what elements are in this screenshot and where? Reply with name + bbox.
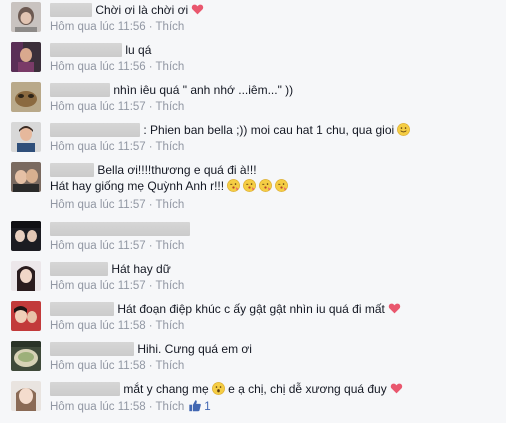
heart-icon bbox=[388, 303, 401, 314]
comment-item: mắt y chang mẹ e ạ chị, chị dễ xương quá… bbox=[0, 379, 506, 419]
comment-text: Hihi. Cưng quá em ơi bbox=[137, 342, 252, 356]
heart-icon bbox=[191, 4, 204, 15]
comment-text: : Phien ban bella ;)) moi cau hat 1 chu,… bbox=[143, 123, 395, 137]
comment-item: nhìn iêu quá " anh nhớ ...iêm..." )) Hôm… bbox=[0, 80, 506, 120]
comment-text-line2: Hát hay giống mẹ Quỳnh Anh r!!! bbox=[50, 179, 225, 193]
timestamp[interactable]: Hôm qua lúc 11:56 bbox=[50, 21, 146, 33]
like-link[interactable]: Thích bbox=[156, 280, 185, 292]
commenter-name-redacted[interactable] bbox=[50, 43, 122, 57]
kiss-emoji-icon bbox=[275, 179, 289, 192]
avatar[interactable] bbox=[11, 162, 41, 192]
thumbs-up-icon[interactable] bbox=[188, 399, 202, 412]
comment-meta: Hôm qua lúc 11:57 · Thích bbox=[50, 199, 185, 211]
comment-item: Bella ơi!!!!thương e quá đi à!!! Hát hay… bbox=[0, 160, 506, 218]
commenter-name-redacted[interactable] bbox=[50, 222, 190, 236]
commenter-name-redacted[interactable] bbox=[50, 302, 114, 316]
comment-meta: Hôm qua lúc 11:56 · Thích bbox=[50, 61, 185, 73]
avatar[interactable] bbox=[11, 261, 41, 291]
comment-meta: Hôm qua lúc 11:57 · Thích bbox=[50, 280, 185, 292]
avatar[interactable] bbox=[11, 2, 41, 32]
kiss-emoji-icon bbox=[227, 179, 241, 192]
timestamp[interactable]: Hôm qua lúc 11:58 bbox=[50, 320, 146, 332]
timestamp[interactable]: Hôm qua lúc 11:56 bbox=[50, 61, 146, 73]
commenter-name-redacted[interactable] bbox=[50, 342, 134, 356]
avatar[interactable] bbox=[11, 221, 41, 251]
surprised-emoji-icon bbox=[211, 382, 225, 395]
commenter-name-redacted[interactable] bbox=[50, 83, 110, 97]
timestamp[interactable]: Hôm qua lúc 11:57 bbox=[50, 240, 146, 252]
commenter-name-redacted[interactable] bbox=[50, 163, 94, 177]
comment-meta: Hôm qua lúc 11:57 · Thích bbox=[50, 141, 185, 153]
comment-meta: Hôm qua lúc 11:58 · Thích bbox=[50, 320, 185, 332]
like-link[interactable]: Thích bbox=[156, 240, 185, 252]
comment-text: Chời ơi là chời ơi bbox=[95, 3, 189, 17]
like-link[interactable]: Thích bbox=[156, 401, 185, 413]
kiss-emoji-icon bbox=[243, 179, 257, 192]
comment-meta: Hôm qua lúc 11:58 · Thích 1 bbox=[50, 399, 211, 413]
comment-meta: Hôm qua lúc 11:57 · Thích bbox=[50, 101, 185, 113]
timestamp[interactable]: Hôm qua lúc 11:57 bbox=[50, 199, 146, 211]
timestamp[interactable]: Hôm qua lúc 11:57 bbox=[50, 141, 146, 153]
kiss-emoji-icon bbox=[259, 179, 273, 192]
comment-item: : Phien ban bella ;)) moi cau hat 1 chu,… bbox=[0, 120, 506, 160]
like-link[interactable]: Thích bbox=[156, 21, 185, 33]
commenter-name-redacted[interactable] bbox=[50, 382, 120, 396]
avatar[interactable] bbox=[11, 341, 41, 371]
timestamp[interactable]: Hôm qua lúc 11:58 bbox=[50, 401, 146, 413]
comment-text: lu qá bbox=[125, 43, 152, 57]
avatar[interactable] bbox=[11, 82, 41, 112]
comment-item: lu qá Hôm qua lúc 11:56 · Thích bbox=[0, 40, 506, 80]
comment-item: Hát đoạn điệp khúc c ấy gật gật nhìn iu … bbox=[0, 299, 506, 339]
smile-emoji-icon bbox=[397, 123, 411, 136]
comment-text: Bella ơi!!!!thương e quá đi à!!! bbox=[97, 163, 257, 177]
commenter-name-redacted[interactable] bbox=[50, 262, 108, 276]
commenter-name-redacted[interactable] bbox=[50, 123, 140, 137]
comment-item: Hôm qua lúc 11:57 · Thích bbox=[0, 219, 506, 259]
heart-icon bbox=[390, 383, 402, 394]
like-link[interactable]: Thích bbox=[156, 360, 185, 372]
timestamp[interactable]: Hôm qua lúc 11:58 bbox=[50, 360, 146, 372]
like-link[interactable]: Thích bbox=[156, 199, 185, 211]
comment-item: Hihi. Cưng quá em ơi Hôm qua lúc 11:58 · T… bbox=[0, 339, 506, 379]
comment-list: Chời ơi là chời ơi Hôm qua lúc 11:56 · Thí… bbox=[0, 0, 506, 423]
comment-text: nhìn iêu quá " anh nhớ ...iêm..." )) bbox=[113, 83, 294, 97]
comment-text: Hát hay dữ bbox=[111, 262, 171, 276]
like-link[interactable]: Thích bbox=[156, 101, 185, 113]
like-link[interactable]: Thích bbox=[156, 61, 185, 73]
comment-meta: Hôm qua lúc 11:56 · Thích bbox=[50, 21, 185, 33]
like-link[interactable]: Thích bbox=[156, 320, 185, 332]
comment-meta: Hôm qua lúc 11:57 · Thích bbox=[50, 240, 185, 252]
timestamp[interactable]: Hôm qua lúc 11:57 bbox=[50, 280, 146, 292]
avatar[interactable] bbox=[11, 381, 41, 411]
comment-item: Hát hay dữ Hôm qua lúc 11:57 · Thích bbox=[0, 259, 506, 299]
avatar[interactable] bbox=[11, 122, 41, 152]
comment-text: mắt y chang mẹ bbox=[123, 382, 209, 396]
commenter-name-redacted[interactable] bbox=[50, 3, 92, 17]
avatar[interactable] bbox=[11, 301, 41, 331]
comment-meta: Hôm qua lúc 11:58 · Thích bbox=[50, 360, 185, 372]
like-link[interactable]: Thích bbox=[156, 141, 185, 153]
timestamp[interactable]: Hôm qua lúc 11:57 bbox=[50, 101, 146, 113]
comment-text: Hát đoạn điệp khúc c ấy gật gật nhìn iu … bbox=[117, 302, 385, 316]
comment-text-continued: e ạ chị, chị dễ xương quá đuy bbox=[228, 382, 387, 396]
like-count[interactable]: 1 bbox=[204, 401, 210, 413]
comment-item: Chời ơi là chời ơi Hôm qua lúc 11:56 · Thí… bbox=[0, 0, 506, 40]
avatar[interactable] bbox=[11, 42, 41, 72]
